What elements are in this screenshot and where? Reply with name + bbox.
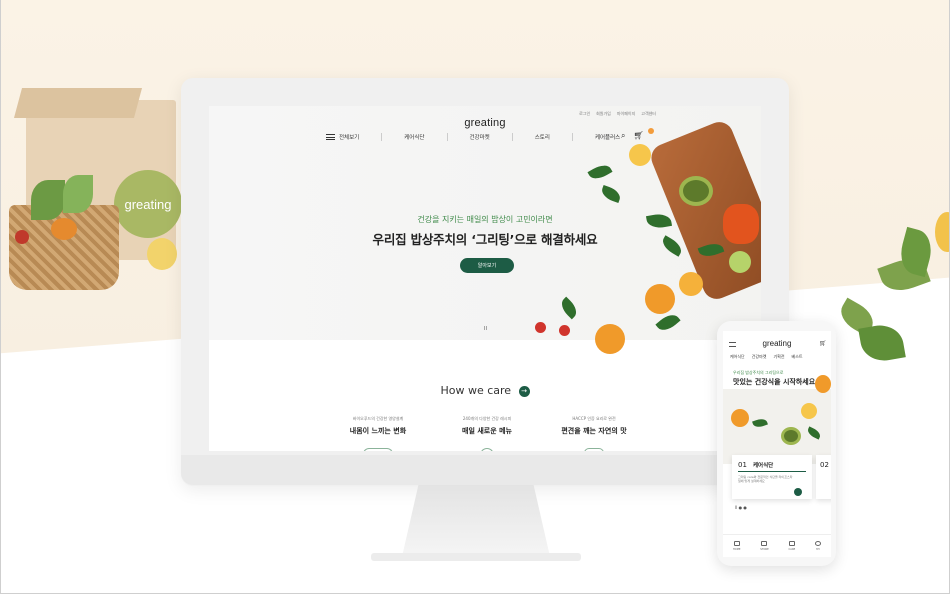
feature-icon (480, 448, 494, 451)
orange (815, 375, 831, 393)
nav-item-story[interactable]: 스토리 (535, 133, 550, 141)
user-icon (815, 541, 822, 546)
herb-leaf (599, 184, 623, 204)
care-feature: 240개의 다양한 건강 레시피 매일 새로운 메뉴 (427, 416, 547, 451)
lemon (147, 238, 177, 270)
orange (595, 324, 625, 354)
bottom-nav-store[interactable]: STORE (760, 541, 769, 551)
herb-leaf (655, 310, 681, 335)
feature-icon (363, 448, 393, 451)
site-logo[interactable]: greating (209, 117, 761, 129)
care-feature-sub: 240개의 다양한 건강 레시피 (462, 416, 512, 421)
card-name: 케어식단 (753, 463, 774, 469)
hero-title: 우리집 밥상주치의 ‘그리팅’으로 해결하세요 (372, 232, 598, 247)
mobile-hero-title: 맛있는 건강식을 시작하세요 (733, 378, 816, 386)
tab-care-meal[interactable]: 케어식단 (730, 354, 745, 360)
care-feature-sub: 바이오푸드의 건강한 영양설계 (352, 416, 404, 421)
mobile-card[interactable]: 02 (816, 455, 831, 499)
bottom-nav-care[interactable]: CARE (788, 541, 795, 551)
mobile-card[interactable]: 01 케어식단 그리팅 care와 전문적인 식단을 라이프스타일에 맞게 설계… (732, 455, 812, 499)
herb-leaf (557, 296, 581, 320)
care-feature: HACCP 인증 요리로 완전 편견을 깨는 자연의 맛 (534, 416, 654, 451)
cart-icon[interactable]: 🛒︎ (633, 128, 655, 141)
herb-leaf (587, 161, 613, 183)
nav-item-care-plus[interactable]: 케어플러스 (595, 133, 620, 141)
lettuce-leaf (31, 180, 65, 220)
cart-badge (648, 128, 655, 134)
learn-more-button[interactable]: 알아보기 (460, 258, 514, 273)
nav-icons: ⌕ 🛒︎ (621, 128, 655, 141)
main-nav: 전체보기 케어식단 건강마켓 스토리 케어플러스 (326, 133, 620, 141)
mobile-bottom-nav: HOME STORE CARE MY (723, 534, 831, 557)
lemon-slice (629, 144, 651, 166)
tab-best[interactable]: 베스트 (792, 354, 803, 360)
monitor-stand (402, 485, 550, 555)
orange (731, 409, 749, 427)
feature-icon (584, 448, 604, 451)
menu-icon[interactable] (326, 134, 335, 140)
avocado (679, 176, 713, 206)
bottom-nav-my[interactable]: MY (815, 541, 822, 551)
herb-leaf (752, 416, 768, 430)
tab-health-market[interactable]: 건강마켓 (752, 354, 767, 360)
store-icon (761, 541, 768, 546)
lemon-slice (935, 212, 949, 252)
card-arrow-button[interactable] (794, 488, 802, 496)
how-we-care-heading: How we care → (209, 384, 761, 397)
cherry-tomato (535, 322, 546, 333)
card-number: 01 (738, 461, 747, 469)
nav-item-care-meal[interactable]: 케어식단 (404, 133, 424, 141)
lemon-slice (801, 403, 817, 419)
hero-section: 로그인 회원가입 마이페이지 고객센터 greating 전체보기 케어식단 건… (209, 106, 761, 354)
lime-slice (729, 251, 751, 273)
mobile-website: greating 🛒︎ 케어식단 건강마켓 기획전 베스트 우리집 밥상주치의 … (723, 331, 831, 557)
desktop-website: 로그인 회원가입 마이페이지 고객센터 greating 전체보기 케어식단 건… (209, 106, 761, 451)
monitor-chin (181, 455, 789, 485)
orange-slice (679, 272, 703, 296)
mobile-hero-image (723, 375, 831, 464)
care-feature-title: 내몸이 느끼는 변화 (349, 427, 407, 435)
nav-item-health-market[interactable]: 건강마켓 (470, 133, 490, 141)
cart-icon[interactable]: 🛒︎ (819, 340, 827, 347)
tomato (15, 230, 29, 244)
card-description: 그리팅 care와 전문적인 식단을 라이프스타일에 맞게 설계하세요 (738, 475, 793, 483)
herb-leaf (805, 426, 823, 440)
search-icon[interactable]: ⌕ (621, 131, 625, 141)
box-logo: greating (114, 170, 182, 238)
carrot (51, 218, 77, 240)
how-we-care-title: How we care (440, 384, 512, 397)
monitor-stand-base (371, 553, 581, 561)
mobile-tabs: 케어식단 건강마켓 기획전 베스트 (730, 354, 803, 360)
carousel-pager[interactable]: II ● ● (735, 505, 747, 510)
avocado (781, 427, 801, 445)
care-feature-sub: HACCP 인증 요리로 완전 (572, 416, 616, 421)
tab-exhibition[interactable]: 기획전 (773, 354, 784, 360)
slider-pause-button[interactable]: II (484, 326, 487, 332)
care-feature: 바이오푸드의 건강한 영양설계 내몸이 느끼는 변화 (318, 416, 438, 451)
arrow-right-icon[interactable]: → (518, 385, 530, 397)
card-number: 02 (820, 461, 829, 469)
nav-all-menu[interactable]: 전체보기 (339, 133, 359, 141)
home-icon (733, 541, 740, 546)
mobile-logo[interactable]: greating (723, 339, 831, 348)
orange (645, 284, 675, 314)
hero-subtitle: 건강을 지키는 매일의 밥상이 고민이라면 (417, 215, 553, 224)
care-icon (788, 541, 795, 546)
lettuce-leaf (63, 175, 93, 213)
cherry-tomato (559, 325, 570, 336)
care-feature-title: 편견을 깨는 자연의 맛 (561, 427, 627, 435)
marketing-mockup-scene: greating 로그인 회원가입 마이페이지 고객센터 greating 전체… (0, 0, 950, 594)
bottom-nav-home[interactable]: HOME (733, 541, 740, 551)
care-feature-title: 매일 새로운 메뉴 (462, 427, 512, 435)
mobile-hero-subtitle: 우리집 밥상주치의 그리팅으로 (733, 370, 784, 375)
